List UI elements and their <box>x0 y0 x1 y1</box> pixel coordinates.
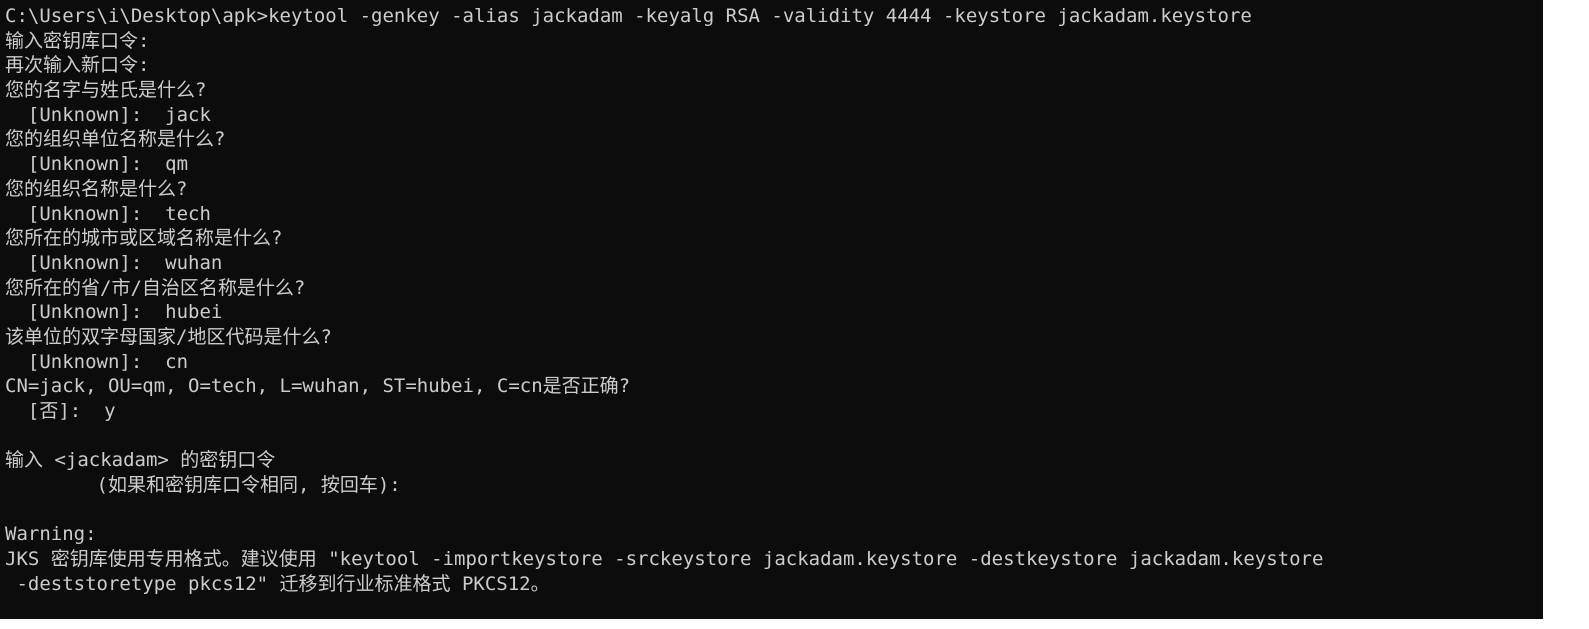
name-answer: [Unknown]: jack <box>5 103 211 126</box>
city-prompt: 您所在的城市或区域名称是什么? <box>5 227 283 250</box>
warning-message: JKS 密钥库使用专用格式。建议使用 "keytool -importkeyst… <box>5 548 1324 571</box>
name-prompt: 您的名字与姓氏是什么? <box>5 79 207 102</box>
confirm-dn-answer: [否]: y <box>5 400 116 422</box>
org-unit-answer: [Unknown]: qm <box>5 153 189 176</box>
city-answer: [Unknown]: wuhan <box>5 251 223 274</box>
country-code-prompt: 该单位的双字母国家/地区代码是什么? <box>5 325 332 348</box>
province-answer: [Unknown]: hubei <box>5 301 223 324</box>
key-password-hint: (如果和密钥库口令相同, 按回车): <box>5 474 401 497</box>
org-unit-prompt: 您的组织单位名称是什么? <box>5 128 226 151</box>
confirm-dn-prompt: CN=jack, OU=qm, O=tech, L=wuhan, ST=hube… <box>5 375 631 398</box>
console-output: C:\Users\i\Desktop\apk>keytool -genkey -… <box>5 4 1323 597</box>
warning-message-continued: -deststoretype pkcs12" 迁移到行业标准格式 PKCS12。 <box>5 572 550 595</box>
warning-heading: Warning: <box>5 523 97 546</box>
keystore-password-prompt: 输入密钥库口令: <box>5 29 150 52</box>
country-code-answer: [Unknown]: cn <box>5 350 189 373</box>
scrollbar-track[interactable] <box>1543 0 1589 629</box>
org-answer: [Unknown]: tech <box>5 202 211 225</box>
console-window: C:\Users\i\Desktop\apk>keytool -genkey -… <box>0 0 1589 629</box>
province-prompt: 您所在的省/市/自治区名称是什么? <box>5 276 306 299</box>
window-bottom-edge <box>0 619 1543 629</box>
console-output-pane[interactable]: C:\Users\i\Desktop\apk>keytool -genkey -… <box>0 0 1543 619</box>
reenter-password-prompt: 再次输入新口令: <box>5 54 150 77</box>
key-password-prompt: 输入 <jackadam> 的密钥口令 <box>5 449 276 472</box>
org-prompt: 您的组织名称是什么? <box>5 177 188 200</box>
command-line: C:\Users\i\Desktop\apk>keytool -genkey -… <box>5 5 1252 27</box>
